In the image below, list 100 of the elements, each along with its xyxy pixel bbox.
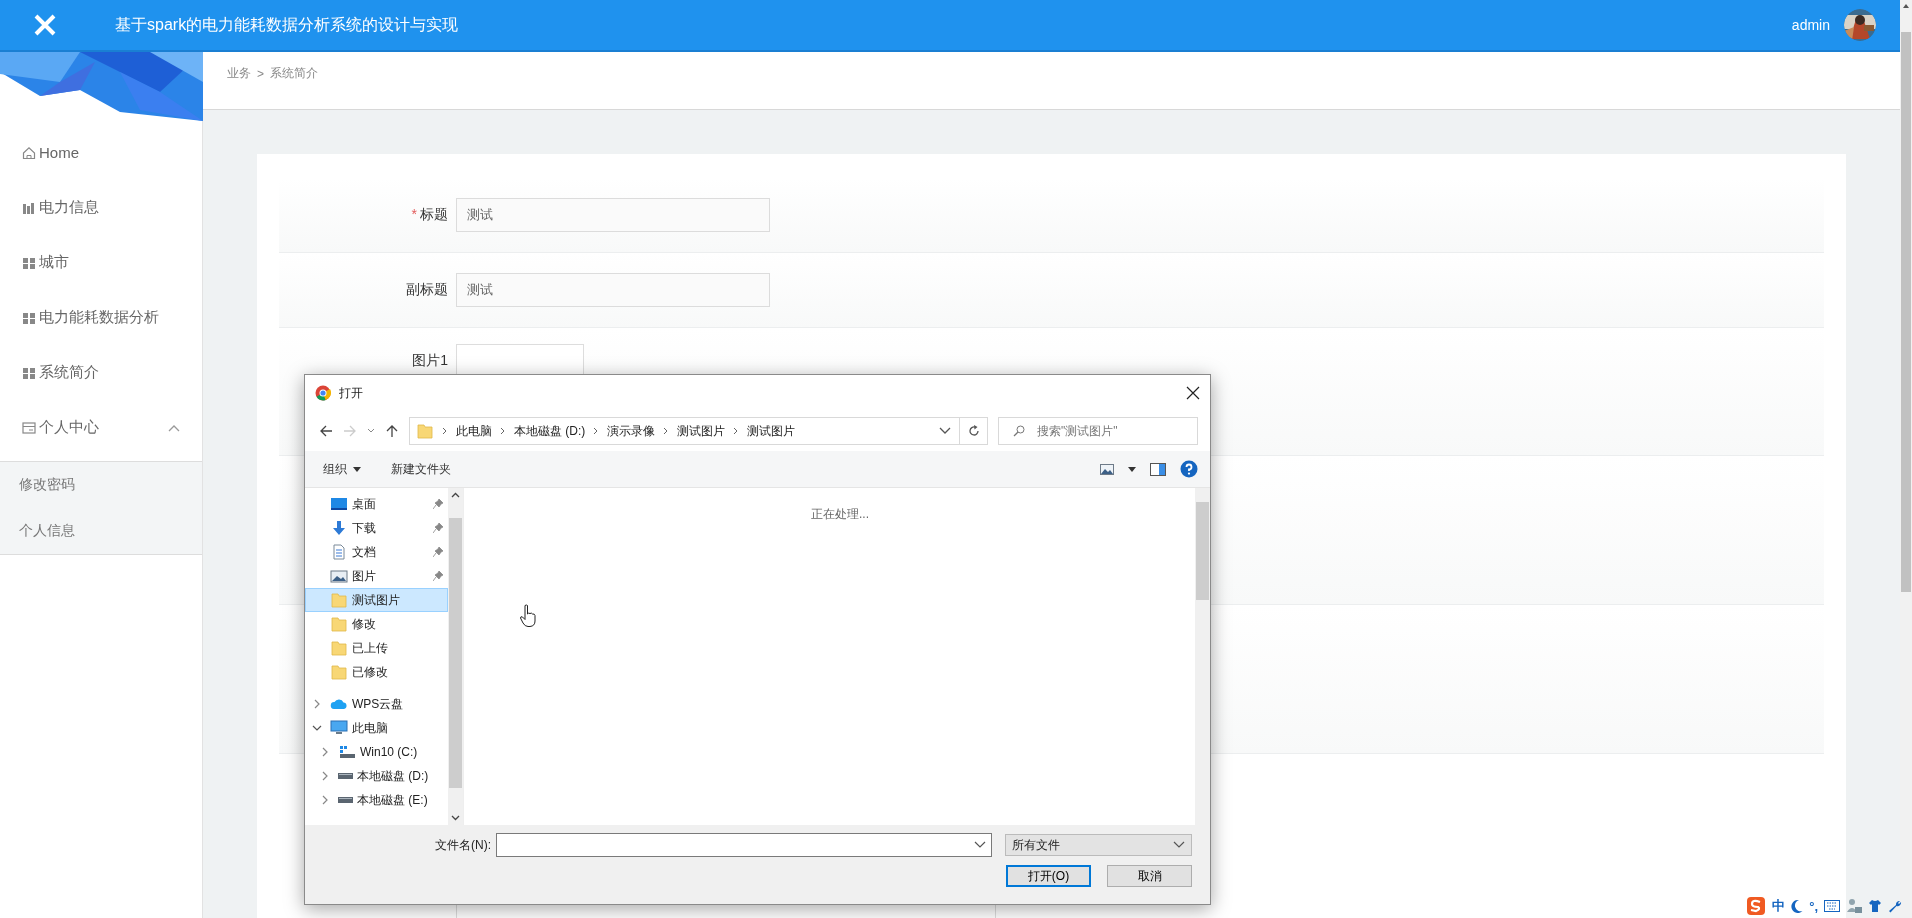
- document-icon: [330, 544, 348, 560]
- scrollbar-thumb[interactable]: [449, 518, 462, 788]
- nav-item[interactable]: 本地磁盘 (D:): [305, 764, 448, 788]
- nav-item[interactable]: 修改: [305, 612, 448, 636]
- drive-icon: [338, 773, 353, 779]
- home-icon: [22, 145, 36, 160]
- moon-icon[interactable]: [1791, 899, 1804, 913]
- grid-icon: [22, 365, 36, 380]
- caret-icon[interactable]: [1128, 466, 1136, 472]
- path-segment[interactable]: 此电脑: [456, 422, 492, 440]
- menu-item[interactable]: 系统简介: [0, 345, 202, 400]
- dialog-button[interactable]: 打开(O): [1006, 865, 1091, 887]
- computer-icon: [330, 720, 348, 736]
- back-arrow-icon[interactable]: [319, 424, 333, 438]
- hand-cursor-icon: [519, 604, 537, 628]
- menu-item[interactable]: 修改密码: [0, 462, 202, 508]
- chevron-right-icon[interactable]: [312, 699, 322, 709]
- chevron-right-icon[interactable]: [320, 771, 330, 781]
- organize-menu[interactable]: 组织: [323, 460, 361, 478]
- menu-item[interactable]: 城市: [0, 235, 202, 290]
- input-method-icon[interactable]: [1746, 896, 1767, 916]
- chevron-down-icon: [1173, 841, 1185, 849]
- field-label: 文件名(N):: [435, 836, 491, 854]
- path-segment[interactable]: 测试图片: [747, 422, 796, 440]
- menu-item[interactable]: 电力能耗数据分析: [0, 290, 202, 345]
- path-segment[interactable]: 本地磁盘 (D:): [514, 422, 586, 440]
- preview-pane-icon[interactable]: [1150, 462, 1166, 476]
- nav-item[interactable]: 文档: [305, 540, 448, 564]
- breadcrumb-item[interactable]: 业务: [227, 65, 251, 82]
- drive-icon: [338, 744, 356, 760]
- nav-item[interactable]: 桌面: [305, 492, 448, 516]
- refresh-icon: [967, 425, 980, 437]
- search-icon: [1013, 425, 1025, 437]
- chevron-right-icon[interactable]: [320, 747, 330, 757]
- file-type-dropdown[interactable]: 所有文件: [1005, 834, 1192, 856]
- breadcrumb-item[interactable]: 系统简介: [270, 65, 318, 82]
- chevron-down-icon[interactable]: [367, 428, 375, 434]
- filename-field[interactable]: [496, 833, 992, 857]
- chevron-right-icon: [500, 427, 506, 435]
- help-icon[interactable]: [1180, 460, 1198, 478]
- nav-item[interactable]: 测试图片: [305, 588, 448, 612]
- scrollbar-thumb[interactable]: [1901, 32, 1911, 592]
- required-mark: *: [411, 206, 417, 222]
- refresh-button[interactable]: [960, 417, 988, 445]
- shirt-icon[interactable]: [1868, 899, 1882, 913]
- chevron-down-icon[interactable]: [312, 723, 322, 733]
- chevron-down-icon[interactable]: [939, 427, 951, 435]
- input-mode[interactable]: 中: [1772, 897, 1786, 915]
- scrollbar-thumb[interactable]: [1196, 502, 1209, 600]
- up-arrow-icon[interactable]: [385, 424, 399, 438]
- field-label: 图片1: [412, 352, 448, 368]
- status-text: 正在处理...: [811, 506, 869, 523]
- keyboard-icon[interactable]: [1824, 900, 1840, 912]
- grid-icon: [22, 255, 36, 270]
- chevron-right-icon: [442, 427, 448, 435]
- nav-item[interactable]: Win10 (C:): [305, 740, 448, 764]
- text-field[interactable]: 测试: [456, 273, 770, 307]
- nav-item[interactable]: 下载: [305, 516, 448, 540]
- path-segment[interactable]: 演示录像: [607, 422, 656, 440]
- close-icon[interactable]: [1186, 386, 1200, 400]
- punctuation-mode[interactable]: °,: [1809, 898, 1818, 914]
- menu-item[interactable]: 个人信息: [0, 508, 202, 554]
- field-label: 副标题: [406, 281, 448, 297]
- nav-item[interactable]: 本地磁盘 (E:): [305, 788, 448, 812]
- path-segment[interactable]: 测试图片: [677, 422, 726, 440]
- nav-item[interactable]: 此电脑: [305, 716, 448, 740]
- folder-icon: [330, 592, 348, 608]
- breadcrumb-separator: >: [257, 66, 264, 81]
- address-bar[interactable]: 此电脑 本地磁盘 (D:) 演示录像 测试图片 测试图片: [409, 417, 960, 445]
- nav-item[interactable]: 已上传: [305, 636, 448, 660]
- nav-item[interactable]: 图片: [305, 564, 448, 588]
- new-folder-button[interactable]: 新建文件夹: [391, 460, 451, 478]
- down-arrow-icon: [330, 520, 348, 536]
- person-icon[interactable]: [1846, 898, 1862, 914]
- view-icon[interactable]: [1100, 463, 1114, 475]
- search-field[interactable]: 搜索"测试图片": [998, 417, 1198, 445]
- card-icon: [22, 420, 36, 435]
- drive-icon: [338, 797, 353, 803]
- cloud-icon: [330, 696, 348, 712]
- field-label: 标题: [420, 206, 448, 222]
- folder-icon: [330, 640, 348, 656]
- grid-icon: [22, 310, 36, 325]
- image-icon: [330, 568, 348, 584]
- browser-logo-icon: [315, 385, 331, 401]
- text-field[interactable]: 测试: [456, 198, 770, 232]
- dialog-title: 打开: [339, 384, 364, 402]
- menu-item[interactable]: Home: [0, 125, 202, 180]
- chevron-up-icon[interactable]: [168, 423, 180, 432]
- caret-icon: [353, 466, 361, 472]
- scroll-up-icon[interactable]: [451, 492, 460, 498]
- nav-item[interactable]: WPS云盘: [305, 692, 448, 716]
- folder-icon: [330, 664, 348, 680]
- menu-item[interactable]: 个人中心: [0, 400, 202, 455]
- dialog-button[interactable]: 取消: [1107, 865, 1192, 887]
- scroll-down-icon[interactable]: [451, 815, 460, 821]
- menu-item[interactable]: 电力信息: [0, 180, 202, 235]
- wrench-icon[interactable]: [1888, 899, 1902, 913]
- nav-item[interactable]: 已修改: [305, 660, 448, 684]
- chevron-right-icon: [593, 427, 600, 435]
- chevron-right-icon[interactable]: [320, 795, 330, 805]
